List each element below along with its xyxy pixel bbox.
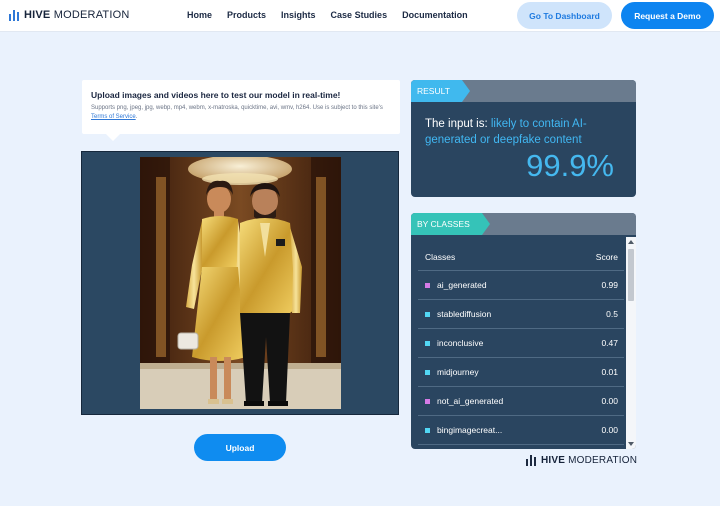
table-row: midjourney 0.01 (418, 358, 624, 387)
main-nav: Home Products Insights Case Studies Docu… (187, 10, 468, 20)
class-score: 0.99 (601, 280, 618, 290)
nav-products[interactable]: Products (227, 10, 266, 20)
class-color-swatch (425, 311, 430, 317)
logo-text-light: MODERATION (53, 9, 130, 21)
terms-suffix: . (135, 113, 138, 120)
class-name: midjourney (437, 367, 479, 377)
result-percent: 99.9% (526, 148, 614, 183)
scroll-down-arrow-icon[interactable] (628, 442, 634, 446)
result-text: The input is: likely to contain AI-gener… (425, 116, 625, 148)
classes-tag: BY CLASSES (411, 213, 490, 235)
classes-table: Classes Score ai_generated 0.99 stabledi… (418, 244, 624, 445)
result-card: RESULT The input is: likely to contain A… (411, 80, 636, 197)
table-row: stablediffusion 0.5 (418, 300, 624, 329)
upload-button[interactable]: Upload (194, 434, 286, 461)
result-tag: RESULT (411, 80, 470, 102)
column-header-classes: Classes (425, 252, 456, 262)
classes-card-header: BY CLASSES (411, 213, 636, 235)
table-row: ai_generated 0.99 (418, 271, 624, 300)
go-to-dashboard-button[interactable]: Go To Dashboard (517, 2, 612, 29)
class-name: not_ai_generated (437, 396, 504, 406)
class-color-swatch (425, 398, 430, 404)
logo-text-bold: HIVE (24, 9, 51, 21)
hive-logo[interactable]: HIVE MODERATION (9, 9, 130, 21)
table-row: bingimagecreat... 0.00 (418, 416, 624, 445)
scrollbar-thumb[interactable] (628, 249, 634, 301)
top-nav-bar: HIVE MODERATION Home Products Insights C… (0, 0, 720, 32)
scroll-up-arrow-icon[interactable] (628, 240, 634, 244)
result-prefix: The input is: (425, 118, 488, 130)
class-color-swatch (425, 340, 430, 346)
table-row: inconclusive 0.47 (418, 329, 624, 358)
hive-logo-icon (9, 9, 19, 21)
class-score: 0.01 (601, 367, 618, 377)
class-score: 0.00 (601, 425, 618, 435)
table-header: Classes Score (418, 244, 624, 271)
class-name: inconclusive (437, 338, 484, 348)
class-name: bingimagecreat... (437, 425, 503, 435)
class-name: ai_generated (437, 280, 487, 290)
formats-text: Supports png, jpeg, jpg, webp, mp4, webm… (91, 105, 383, 111)
class-score: 0.47 (601, 338, 618, 348)
table-row: not_ai_generated 0.00 (418, 387, 624, 416)
class-color-swatch (425, 282, 430, 288)
nav-documentation[interactable]: Documentation (402, 10, 468, 20)
classes-scrollbar[interactable] (626, 237, 636, 449)
classes-card: BY CLASSES Classes Score ai_generated 0.… (411, 213, 636, 449)
hive-logo-icon (526, 455, 536, 466)
footer-logo-text-bold: HIVE (541, 455, 566, 466)
terms-of-service-link[interactable]: Terms of Service (91, 114, 136, 120)
class-score: 0.5 (606, 309, 618, 319)
class-color-swatch (425, 427, 430, 433)
class-color-swatch (425, 369, 430, 375)
nav-case-studies[interactable]: Case Studies (331, 10, 388, 20)
uploaded-image (140, 157, 341, 409)
request-demo-button[interactable]: Request a Demo (621, 2, 714, 29)
nav-insights[interactable]: Insights (281, 10, 316, 20)
result-card-header: RESULT (411, 80, 636, 102)
upload-preview-panel[interactable] (81, 151, 399, 415)
upload-title: Upload images and videos here to test ou… (91, 90, 341, 100)
upload-info-card: Upload images and videos here to test ou… (82, 80, 400, 141)
footer-logo-text-light: MODERATION (568, 455, 638, 466)
nav-home[interactable]: Home (187, 10, 212, 20)
class-score: 0.00 (601, 396, 618, 406)
class-name: stablediffusion (437, 309, 492, 319)
upload-formats-text: Supports png, jpeg, jpg, webp, mp4, webm… (91, 104, 392, 121)
footer-hive-logo: HIVE MODERATION (526, 455, 637, 466)
column-header-score: Score (595, 252, 618, 262)
